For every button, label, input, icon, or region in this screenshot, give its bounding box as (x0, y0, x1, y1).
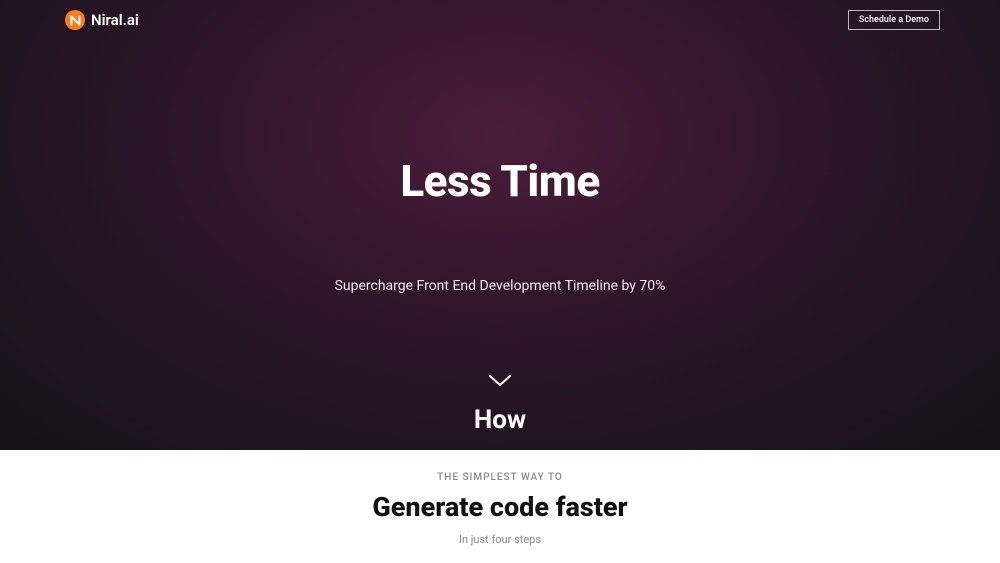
how-heading: How (0, 405, 1000, 435)
brand-logo[interactable]: Niral.ai (65, 10, 139, 30)
section-subtitle: In just four steps (0, 533, 1000, 546)
header: Niral.ai Schedule a Demo (0, 0, 1000, 40)
hero-subtitle: Supercharge Front End Development Timeli… (0, 278, 1000, 294)
steps-section: THE SIMPLEST WAY TO Generate code faster… (0, 450, 1000, 546)
section-title: Generate code faster (0, 491, 1000, 523)
brand-name: Niral.ai (91, 11, 139, 29)
logo-icon (65, 10, 85, 30)
hero-section: Niral.ai Schedule a Demo Less Time Super… (0, 0, 1000, 450)
section-eyebrow: THE SIMPLEST WAY TO (0, 472, 1000, 483)
hero-title: Less Time (0, 155, 1000, 207)
chevron-down-icon[interactable] (488, 373, 512, 392)
hero-title-wrap: Less Time (0, 155, 1000, 207)
schedule-demo-button[interactable]: Schedule a Demo (848, 10, 940, 30)
